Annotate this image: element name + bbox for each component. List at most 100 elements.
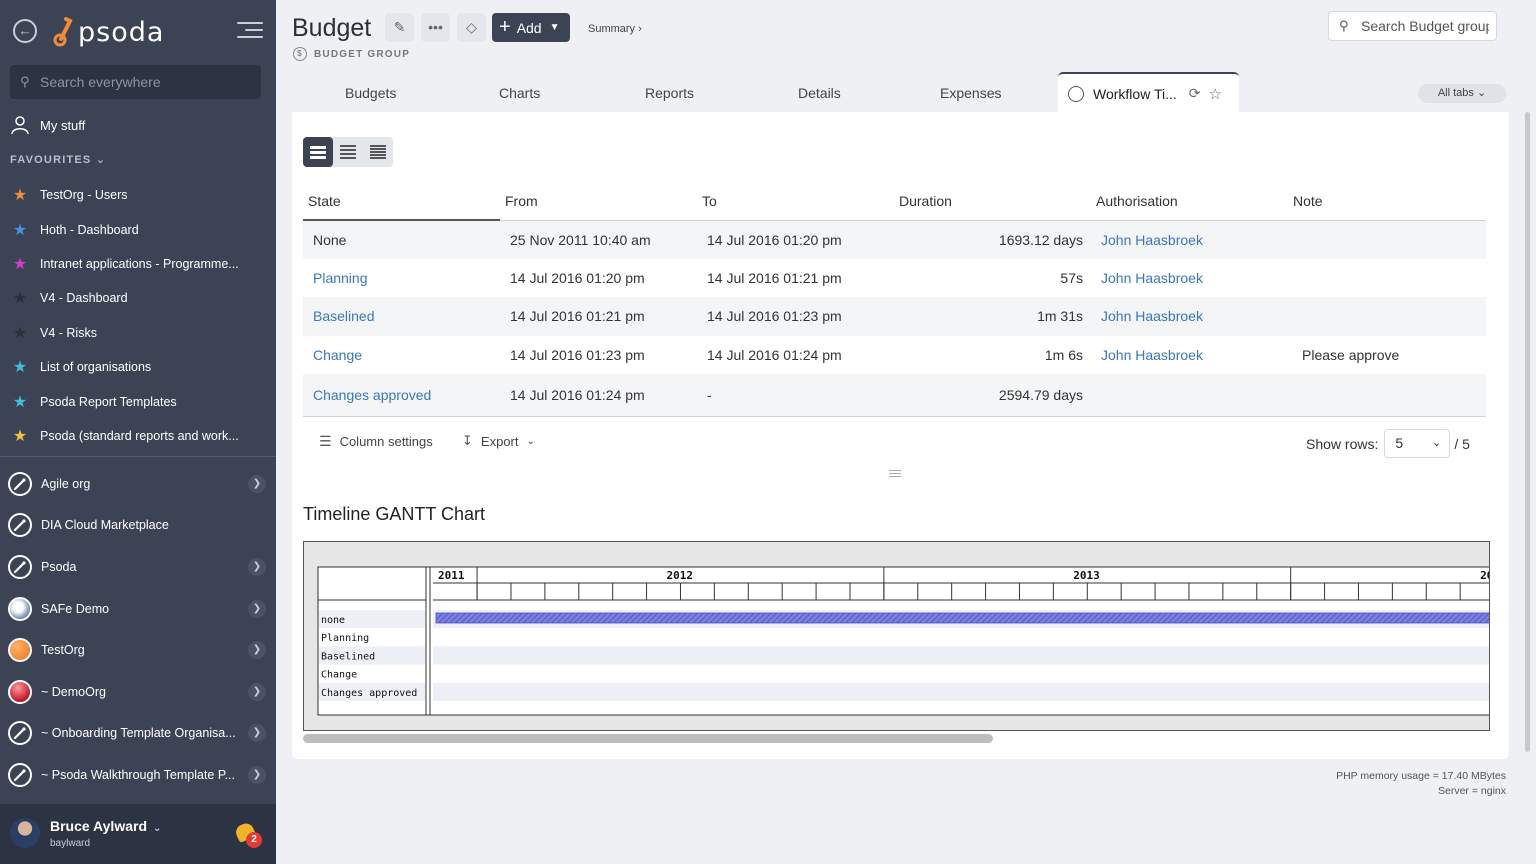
favourite-item-label: Hoth - Dashboard [40, 222, 139, 237]
organisation-item[interactable]: TestOrg ❯ [8, 629, 270, 671]
cell-state: Planning [303, 259, 500, 298]
budget-group-search-input[interactable] [1361, 18, 1489, 34]
cell-to: - [697, 374, 894, 417]
favourites-header[interactable]: FAVOURITES ⌄ [10, 153, 106, 166]
rocket-icon [8, 721, 32, 746]
chevron-down-icon: ⌄ [1476, 87, 1487, 99]
all-tabs-dropdown[interactable]: All tabs ⌄ [1418, 84, 1506, 103]
tab-charts[interactable]: Charts [499, 85, 540, 101]
authoriser-link[interactable]: John Haasbroek [1101, 308, 1203, 324]
tag-icon: ◇ [466, 19, 477, 35]
tab-workflow-timeline[interactable]: Workflow Ti... ⟳ ☆ [1058, 72, 1239, 113]
gantt-row-band [433, 682, 1489, 701]
back-arrow-icon[interactable]: ← [13, 19, 37, 43]
cell-authorisation [1091, 374, 1288, 417]
favourites-header-label: FAVOURITES [10, 154, 92, 166]
user-menu[interactable]: Bruce Aylward ⌄ baylward [0, 804, 276, 864]
tab-details[interactable]: Details [798, 85, 841, 101]
cell-from: 14 Jul 2016 01:21 pm [500, 297, 697, 336]
organisation-item-label: DIA Cloud Marketplace [41, 518, 169, 533]
star-icon: ★ [12, 324, 28, 342]
density-medium-button[interactable] [333, 137, 363, 167]
budget-group-search[interactable]: ⚲ [1328, 11, 1497, 41]
gantt-horizontal-scrollbar[interactable] [303, 734, 993, 743]
authoriser-link[interactable]: John Haasbroek [1101, 347, 1203, 363]
more-options-button[interactable]: ••• [421, 13, 450, 42]
row-density-toggle [303, 137, 393, 167]
organisation-item[interactable]: ~ Onboarding Template Organisa... ❯ [8, 713, 270, 755]
column-header-from[interactable]: From [500, 182, 697, 221]
favourite-item-label: Psoda (standard reports and work... [40, 428, 239, 443]
organisation-item[interactable]: SAFe Demo ❯ [8, 588, 270, 630]
export-button[interactable]: ↧ Export ⌄ [462, 433, 535, 449]
organisation-item[interactable]: Agile org ❯ [8, 463, 270, 505]
favourite-item[interactable]: ★ Psoda Report Templates [10, 384, 270, 418]
authoriser-link[interactable]: John Haasbroek [1101, 270, 1203, 286]
favourite-item-label: TestOrg - Users [40, 188, 128, 203]
tab-reports[interactable]: Reports [645, 85, 694, 101]
chevron-right-icon[interactable]: ❯ [248, 557, 266, 576]
organisation-item-label: SAFe Demo [41, 601, 110, 616]
column-header-authorisation[interactable]: Authorisation [1091, 182, 1288, 221]
chevron-right-icon[interactable]: ❯ [248, 474, 266, 493]
organisation-item[interactable]: ~ DemoOrg ❯ [8, 671, 270, 713]
chevron-right-icon[interactable]: ❯ [248, 682, 266, 701]
column-settings-button[interactable]: ☰ Column settings [319, 433, 433, 450]
global-search-input[interactable] [40, 74, 240, 90]
tab-expenses[interactable]: Expenses [940, 85, 1001, 101]
collapse-menu-icon[interactable] [237, 22, 263, 42]
resize-handle[interactable] [889, 470, 901, 478]
chevron-right-icon[interactable]: ❯ [248, 724, 266, 743]
page-vertical-scrollbar[interactable] [1525, 112, 1530, 752]
favourite-item[interactable]: ★ Intranet applications - Programme... [10, 247, 270, 281]
favourite-item-label: Psoda Report Templates [40, 394, 177, 409]
add-button[interactable]: + Add ▼ [492, 13, 570, 42]
workflow-timeline-table: State From To Duration Authorisation Not… [303, 182, 1486, 417]
gantt-row-label: Change [321, 670, 357, 681]
state-link[interactable]: Baselined [313, 308, 375, 324]
favourite-item[interactable]: ★ List of organisations [10, 350, 270, 384]
edit-button[interactable]: ✎ [385, 13, 414, 42]
cell-state: None [303, 220, 500, 259]
favourite-item[interactable]: ★ TestOrg - Users [10, 178, 270, 212]
psoda-logo[interactable]: psoda [50, 14, 164, 50]
favourite-item[interactable]: ★ V4 - Risks [10, 316, 270, 350]
history-icon [1068, 85, 1084, 102]
state-link[interactable]: Planning [313, 270, 368, 286]
organisation-item[interactable]: ~ Psoda Walkthrough Template P... ❯ [8, 754, 270, 796]
star-outline-icon[interactable]: ☆ [1209, 85, 1222, 103]
organisation-item[interactable]: DIA Cloud Marketplace [8, 505, 270, 547]
column-header-note[interactable]: Note [1288, 182, 1486, 221]
user-name[interactable]: Bruce Aylward ⌄ [50, 818, 161, 834]
density-small-button[interactable] [363, 137, 393, 167]
content-panel: State From To Duration Authorisation Not… [292, 112, 1509, 759]
global-search[interactable]: ⚲ [10, 65, 261, 99]
density-large-button[interactable] [303, 137, 333, 167]
logo-text: psoda [78, 16, 165, 48]
organisation-item[interactable]: Psoda ❯ [8, 546, 270, 588]
add-button-label: Add [516, 19, 542, 36]
chevron-right-icon[interactable]: ❯ [248, 765, 266, 784]
column-settings-label: Column settings [339, 434, 433, 449]
state-link[interactable]: Changes approved [313, 387, 431, 403]
plus-icon: + [499, 16, 511, 38]
column-header-state[interactable]: State [303, 182, 500, 221]
page-title: Budget [292, 14, 372, 42]
favourite-item[interactable]: ★ Hoth - Dashboard [10, 212, 270, 246]
state-link[interactable]: Change [313, 347, 362, 363]
column-header-duration[interactable]: Duration [894, 182, 1091, 221]
favourite-item[interactable]: ★ V4 - Dashboard [10, 281, 270, 315]
authoriser-link[interactable]: John Haasbroek [1101, 232, 1203, 248]
notifications-button[interactable]: 2 [233, 820, 262, 848]
summary-link[interactable]: Summary › [588, 23, 642, 35]
tab-budgets[interactable]: Budgets [345, 85, 396, 101]
tag-button[interactable]: ◇ [457, 13, 486, 42]
chevron-right-icon[interactable]: ❯ [248, 641, 266, 660]
chevron-right-icon[interactable]: ❯ [248, 599, 266, 618]
favourite-item[interactable]: ★ Psoda (standard reports and work... [10, 419, 270, 453]
column-header-to[interactable]: To [697, 182, 894, 221]
refresh-icon[interactable]: ⟳ [1189, 85, 1201, 102]
orange-circle-icon [8, 638, 32, 663]
my-stuff-link[interactable]: My stuff [10, 114, 85, 136]
show-rows-select[interactable]: 5 ⌄ [1384, 429, 1451, 458]
